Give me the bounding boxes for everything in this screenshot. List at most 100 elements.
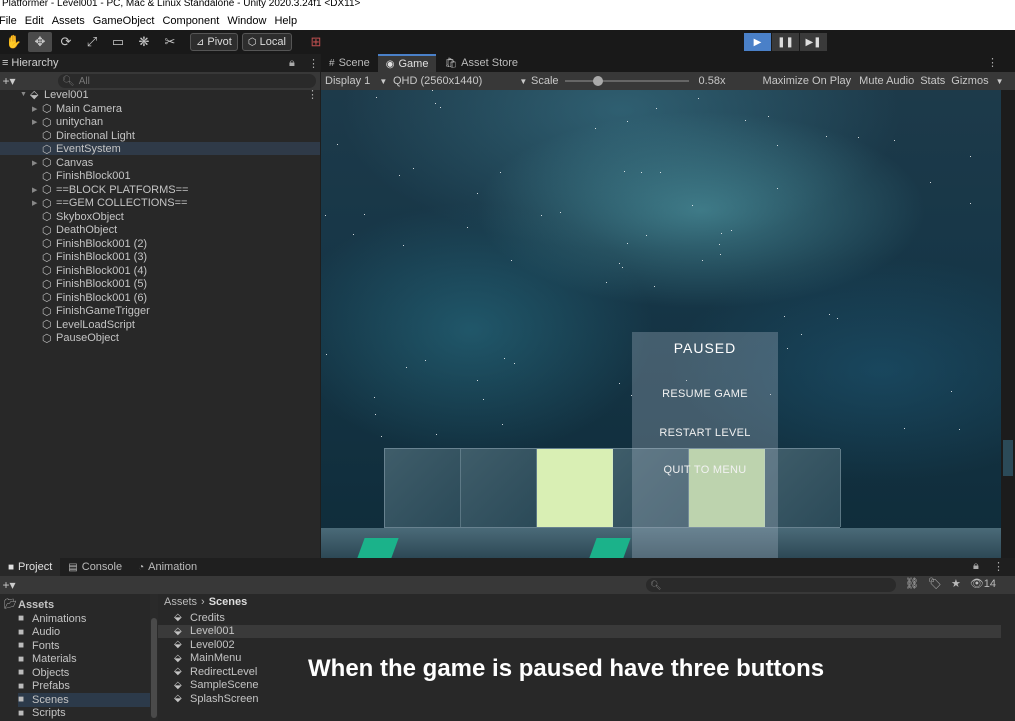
tree-item-label: ==GEM COLLECTIONS== <box>56 197 188 210</box>
play-button[interactable]: ▶ <box>744 33 771 51</box>
scene-file-item[interactable]: ⬙ SplashScreen <box>158 692 1001 706</box>
stats-toggle[interactable]: Stats <box>920 75 945 87</box>
hierarchy-tab[interactable]: ≡ Hierarchy 🔒︎ ⋮ <box>0 54 320 72</box>
breadcrumb-assets[interactable]: Assets <box>164 596 197 608</box>
slider-thumb[interactable] <box>592 76 603 86</box>
expand-arrow-icon[interactable]: ▼ <box>20 91 30 98</box>
tree-item[interactable]: ⬡ FinishBlock001 (2) <box>32 237 147 251</box>
custom-tool-icon[interactable]: ✂ <box>158 32 182 52</box>
filter-label-icon[interactable]: 🏷︎ <box>928 577 942 590</box>
expand-arrow-icon[interactable]: ▶ <box>32 186 42 194</box>
hand-tool-icon[interactable]: ✋ <box>2 32 26 52</box>
tree-item[interactable]: ⬡ LevelLoadScript <box>32 318 135 332</box>
local-toggle[interactable]: ⬡ Local <box>241 33 292 51</box>
menu-edit[interactable]: Edit <box>25 15 52 27</box>
maximize-on-play-toggle[interactable]: Maximize On Play <box>763 75 852 87</box>
expand-arrow-icon[interactable]: ▶ <box>32 118 42 126</box>
folder-scrollbar[interactable] <box>150 594 158 721</box>
tree-item[interactable]: ⬡ FinishBlock001 (5) <box>32 278 147 292</box>
expand-arrow-icon[interactable]: ▶ <box>32 105 42 113</box>
folder-assets[interactable]: 📂︎ Assets <box>4 598 54 612</box>
tree-item[interactable]: ▶ ⬡ ==GEM COLLECTIONS== <box>32 197 187 211</box>
folder-item[interactable]: ■ Fonts <box>18 639 150 653</box>
tree-item-level001[interactable]: ▼ ⬙ Level001 ⋮ <box>20 88 318 102</box>
gem-object <box>589 538 631 558</box>
tree-item[interactable]: ▶ ⬡ Main Camera <box>32 102 122 116</box>
scene-menu-icon[interactable]: ⋮ <box>307 88 318 101</box>
scale-tool-icon[interactable]: ⤢ <box>80 32 104 52</box>
menu-window[interactable]: Window <box>227 15 274 27</box>
tree-item[interactable]: ⬡ EventSystem <box>32 143 121 157</box>
scene-file-item[interactable]: ⬙ Level001 <box>158 624 1001 638</box>
grid-snap-icon[interactable]: ⊞ <box>304 32 328 52</box>
scrollbar-thumb[interactable] <box>151 618 157 718</box>
step-button[interactable]: ▶❚ <box>800 33 827 51</box>
folder-item[interactable]: ■ Prefabs <box>18 680 150 694</box>
folder-item[interactable]: ■ Materials <box>18 653 150 667</box>
menu-component[interactable]: Component <box>162 15 227 27</box>
filter-type-icon[interactable]: ⛓ <box>905 577 919 590</box>
more-options-icon[interactable]: ⋮ <box>993 560 1004 573</box>
menu-assets[interactable]: Assets <box>52 15 93 27</box>
folder-item[interactable]: ■ Objects <box>18 666 150 680</box>
scene-file-item[interactable]: ⬙ Credits <box>158 611 1001 625</box>
create-dropdown-icon[interactable]: +▾ <box>0 578 18 592</box>
create-dropdown-icon[interactable]: +▾ <box>0 74 18 88</box>
tree-item[interactable]: ⬡ PauseObject <box>32 332 119 346</box>
tree-item[interactable]: ⬡ SkyboxObject <box>32 210 124 224</box>
tab-console[interactable]: ▤ Console <box>60 558 130 576</box>
rotate-tool-icon[interactable]: ⟳ <box>54 32 78 52</box>
mute-audio-toggle[interactable]: Mute Audio <box>859 75 914 87</box>
tree-item[interactable]: ⬡ FinishBlock001 <box>32 170 131 184</box>
transform-tool-icon[interactable]: ❋ <box>132 32 156 52</box>
tab-scene[interactable]: # Scene <box>321 54 378 72</box>
scale-slider[interactable] <box>564 75 689 87</box>
move-tool-icon[interactable]: ✥ <box>28 32 52 52</box>
resolution-dropdown[interactable]: QHD (2560x1440) ▼ <box>393 75 527 87</box>
tree-item[interactable]: ⬡ Directional Light <box>32 129 135 143</box>
tree-item[interactable]: ⬡ FinishBlock001 (3) <box>32 251 147 265</box>
scene-file-item[interactable]: ⬙ Level002 <box>158 638 1001 652</box>
tree-item[interactable]: ▶ ⬡ ==BLOCK PLATFORMS== <box>32 183 188 197</box>
game-more-options-icon[interactable]: ⋮ <box>987 56 998 69</box>
tab-asset-store[interactable]: 🛍︎ Asset Store <box>436 54 526 72</box>
lock-icon[interactable]: 🔒︎ <box>973 560 979 573</box>
tree-item[interactable]: ⬡ DeathObject <box>32 224 117 238</box>
tree-item[interactable]: ⬡ FinishGameTrigger <box>32 305 150 319</box>
display-dropdown[interactable]: Display 1 ▼ <box>325 75 389 87</box>
quit-to-menu-button[interactable]: QUIT TO MENU <box>632 464 778 476</box>
tree-item[interactable]: ⬡ FinishBlock001 (6) <box>32 291 147 305</box>
hidden-packages-icon[interactable]: 👁︎14 <box>970 577 1005 590</box>
menu-gameobject[interactable]: GameObject <box>93 15 163 27</box>
pause-button[interactable]: ❚❚ <box>772 33 799 51</box>
game-viewport[interactable]: PAUSED RESUME GAME RESTART LEVEL QUIT TO… <box>321 90 1001 558</box>
folder-item[interactable]: ■ Scenes <box>18 693 150 707</box>
tree-item[interactable]: ▶ ⬡ unitychan <box>32 116 103 130</box>
expand-arrow-icon[interactable]: ▶ <box>32 159 42 167</box>
resume-game-button[interactable]: RESUME GAME <box>632 388 778 400</box>
restart-level-button[interactable]: RESTART LEVEL <box>632 427 778 439</box>
tree-item[interactable]: ▶ ⬡ Canvas <box>32 156 93 170</box>
tree-item[interactable]: ⬡ FinishBlock001 (4) <box>32 264 147 278</box>
lock-icon[interactable]: 🔒︎ <box>289 57 295 70</box>
more-options-icon[interactable]: ⋮ <box>308 57 319 70</box>
star <box>595 128 596 129</box>
tab-game[interactable]: ◉ Game <box>377 54 437 72</box>
gizmos-dropdown[interactable]: Gizmos ▼ <box>951 75 1003 87</box>
breadcrumb-scenes[interactable]: Scenes <box>209 596 248 608</box>
folder-item[interactable]: ■ Scripts <box>18 707 150 721</box>
project-search-input[interactable]: 🔍︎ <box>646 578 896 592</box>
gameobject-icon: ⬡ <box>42 319 52 332</box>
menu-file[interactable]: File <box>0 15 25 27</box>
pivot-toggle[interactable]: ⊿ Pivot <box>190 33 238 51</box>
folder-item[interactable]: ■ Audio <box>18 626 150 640</box>
folder-item[interactable]: ■ Animations <box>18 612 150 626</box>
tab-project[interactable]: ■ Project <box>0 558 61 576</box>
expand-arrow-icon[interactable]: ▶ <box>32 199 42 207</box>
hierarchy-search-input[interactable]: 🔍︎ All <box>58 74 316 88</box>
tab-animation[interactable]: ◔ Animation <box>130 558 205 576</box>
rect-tool-icon[interactable]: ▭ <box>106 32 130 52</box>
menu-help[interactable]: Help <box>274 15 305 27</box>
gameobject-icon: ⬡ <box>42 116 52 129</box>
favorite-star-icon[interactable]: ★ <box>951 577 961 590</box>
